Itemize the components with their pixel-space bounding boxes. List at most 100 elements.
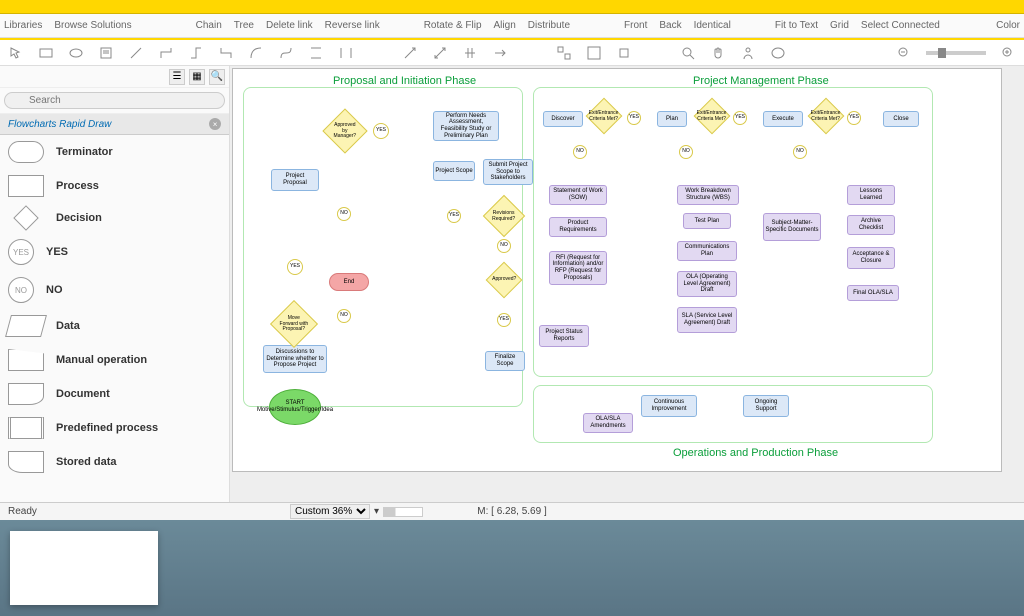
rect-tool-icon[interactable]	[38, 45, 54, 61]
zoom-out-icon[interactable]	[896, 45, 912, 61]
canvas[interactable]: Proposal and Initiation Phase Project Ma…	[232, 68, 1002, 472]
node-wbs[interactable]: Work Breakdown Structure (WBS)	[677, 185, 739, 205]
zoom-icon[interactable]	[680, 45, 696, 61]
node-support[interactable]: Ongoing Support	[743, 395, 789, 417]
node-finalize[interactable]: Finalize Scope	[485, 351, 525, 371]
node-proposal[interactable]: Project Proposal	[271, 169, 319, 191]
node-prodreq[interactable]: Product Requirements	[549, 217, 607, 237]
zoom-selector[interactable]: Custom 36% ▾	[290, 504, 423, 519]
node-no5[interactable]: NO	[679, 145, 693, 159]
zoom-in-icon[interactable]	[1000, 45, 1016, 61]
connector8-icon[interactable]	[338, 45, 354, 61]
node-scope[interactable]: Project Scope	[433, 161, 475, 181]
node-rfi[interactable]: RFI (Request for Information) and/or RFP…	[549, 251, 607, 285]
node-end[interactable]: End	[329, 273, 369, 291]
node-yes3[interactable]: YES	[497, 313, 511, 327]
arrow3-icon[interactable]	[462, 45, 478, 61]
toolbar-grid[interactable]: Grid	[830, 20, 849, 31]
toolbar-back[interactable]: Back	[659, 20, 681, 31]
shape-item-data[interactable]: Data	[0, 309, 229, 343]
node-no2[interactable]: NO	[337, 207, 351, 221]
zoom-select[interactable]: Custom 36%	[290, 504, 370, 519]
shape-item-predefined[interactable]: Predefined process	[0, 411, 229, 445]
connector3-icon[interactable]	[188, 45, 204, 61]
node-testplan[interactable]: Test Plan	[683, 213, 731, 229]
toolbar-select-connected[interactable]: Select Connected	[861, 20, 940, 31]
canvas-wrap[interactable]: Proposal and Initiation Phase Project Ma…	[230, 66, 1024, 502]
node-yes1[interactable]: YES	[287, 259, 303, 275]
toolbar-fit-text[interactable]: Fit to Text	[775, 20, 818, 31]
shape-item-no[interactable]: NONO	[0, 271, 229, 309]
node-commplan[interactable]: Communications Plan	[677, 241, 737, 261]
node-submit[interactable]: Submit Project Scope to Stakeholders	[483, 159, 533, 185]
node-yes7[interactable]: YES	[847, 111, 861, 125]
shape-item-process[interactable]: Process	[0, 169, 229, 203]
hand-icon[interactable]	[710, 45, 726, 61]
node-yes4[interactable]: YES	[447, 209, 461, 223]
node-discover[interactable]: Discover	[543, 111, 583, 127]
node-no1[interactable]: NO	[497, 239, 511, 253]
user-icon[interactable]	[740, 45, 756, 61]
connector5-icon[interactable]	[248, 45, 264, 61]
toolbar-tree[interactable]: Tree	[234, 20, 254, 31]
shape-item-decision[interactable]: Decision	[0, 203, 229, 233]
node-contimprove[interactable]: Continuous Improvement	[641, 395, 697, 417]
group1-icon[interactable]	[556, 45, 572, 61]
connector6-icon[interactable]	[278, 45, 294, 61]
shape-item-terminator[interactable]: Terminator	[0, 135, 229, 169]
toolbar-color[interactable]: Color	[996, 20, 1020, 31]
view-list-icon[interactable]: ☰	[169, 69, 185, 85]
node-lessons[interactable]: Lessons Learned	[847, 185, 895, 205]
node-sla[interactable]: SLA (Service Level Agreement) Draft	[677, 307, 737, 333]
shape-item-manual[interactable]: Manual operation	[0, 343, 229, 377]
node-needs[interactable]: Perform Needs Assessment, Feasibility St…	[433, 111, 499, 141]
node-ola[interactable]: OLA (Operating Level Agreement) Draft	[677, 271, 737, 297]
node-no6[interactable]: NO	[793, 145, 807, 159]
toolbar-chain[interactable]: Chain	[196, 20, 222, 31]
group2-icon[interactable]	[586, 45, 602, 61]
zoom-slider[interactable]	[926, 51, 986, 55]
toolbar-identical[interactable]: Identical	[694, 20, 731, 31]
node-plan[interactable]: Plan	[657, 111, 687, 127]
toolbar-rotate-flip[interactable]: Rotate & Flip	[424, 20, 482, 31]
page-thumbnail[interactable]	[10, 531, 158, 605]
shape-item-document[interactable]: Document	[0, 377, 229, 411]
arrow2-icon[interactable]	[432, 45, 448, 61]
node-amendments[interactable]: OLA/SLA Amendments	[583, 413, 633, 433]
connector4-icon[interactable]	[218, 45, 234, 61]
toolbar-align[interactable]: Align	[494, 20, 516, 31]
node-finalola[interactable]: Final OLA/SLA	[847, 285, 899, 301]
palette-icon[interactable]	[770, 45, 786, 61]
ellipse-tool-icon[interactable]	[68, 45, 84, 61]
search-toggle-icon[interactable]: 🔍	[209, 69, 225, 85]
toolbar-browse[interactable]: Browse Solutions	[54, 20, 131, 31]
node-sme[interactable]: Subject-Matter-Specific Documents	[763, 213, 821, 241]
palette-header[interactable]: Flowcharts Rapid Draw ×	[0, 114, 229, 135]
node-archive[interactable]: Archive Checklist	[847, 215, 895, 235]
node-close[interactable]: Close	[883, 111, 919, 127]
text-tool-icon[interactable]	[98, 45, 114, 61]
toolbar-reverse-link[interactable]: Reverse link	[325, 20, 380, 31]
zoom-slider-status[interactable]	[383, 507, 423, 517]
shape-item-yes[interactable]: YESYES	[0, 233, 229, 271]
connector7-icon[interactable]	[308, 45, 324, 61]
node-execute[interactable]: Execute	[763, 111, 803, 127]
shape-item-stored[interactable]: Stored data	[0, 445, 229, 479]
node-discuss[interactable]: Discussions to Determine whether to Prop…	[263, 345, 327, 373]
node-sow[interactable]: Statement of Work (SOW)	[549, 185, 607, 205]
connector1-icon[interactable]	[128, 45, 144, 61]
arrow4-icon[interactable]	[492, 45, 508, 61]
node-yes5[interactable]: YES	[627, 111, 641, 125]
node-status[interactable]: Project Status Reports	[539, 325, 589, 347]
toolbar-delete-link[interactable]: Delete link	[266, 20, 313, 31]
group3-icon[interactable]	[616, 45, 632, 61]
node-yes2[interactable]: YES	[373, 123, 389, 139]
node-start[interactable]: START Motive/Stimulus/Trigger/Idea	[269, 389, 321, 425]
node-no4[interactable]: NO	[573, 145, 587, 159]
search-input[interactable]	[4, 92, 225, 109]
connector2-icon[interactable]	[158, 45, 174, 61]
toolbar-distribute[interactable]: Distribute	[528, 20, 570, 31]
toolbar-libraries[interactable]: Libraries	[4, 20, 42, 31]
arrow1-icon[interactable]	[402, 45, 418, 61]
toolbar-front[interactable]: Front	[624, 20, 647, 31]
